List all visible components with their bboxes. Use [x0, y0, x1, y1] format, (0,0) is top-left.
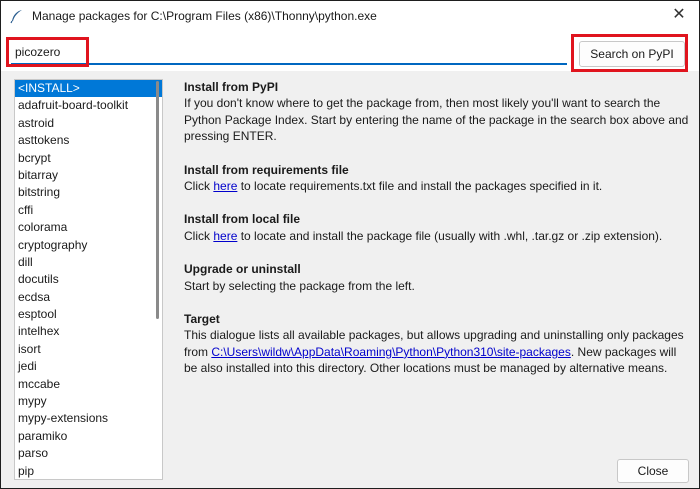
window-title: Manage packages for C:\Program Files (x8… — [32, 9, 377, 23]
list-item[interactable]: asttokens — [15, 132, 162, 149]
list-item[interactable]: parso — [15, 445, 162, 462]
install-local-text: Click here to locate and install the pac… — [184, 228, 689, 244]
list-item[interactable]: astroid — [15, 115, 162, 132]
manage-packages-dialog: Manage packages for C:\Program Files (x8… — [0, 0, 700, 489]
package-list-scrollbar[interactable] — [156, 81, 159, 319]
highlight-box-search-input — [6, 37, 89, 67]
list-item[interactable]: bcrypt — [15, 150, 162, 167]
install-requirements-heading: Install from requirements file — [184, 162, 349, 177]
list-item[interactable]: esptool — [15, 306, 162, 323]
package-list[interactable]: <INSTALL> adafruit-board-toolkit astroid as… — [14, 79, 163, 480]
list-item[interactable]: adafruit-board-toolkit — [15, 97, 162, 114]
upgrade-text: Start by selecting the package from the … — [184, 278, 415, 293]
install-local-heading: Install from local file — [184, 212, 301, 227]
list-item[interactable]: mypy-extensions — [15, 410, 162, 427]
thonny-feather-icon — [9, 8, 25, 24]
list-item[interactable]: mccabe — [15, 376, 162, 393]
package-search-input[interactable] — [11, 41, 567, 65]
local-text-pre: Click — [184, 228, 214, 243]
local-text-post: to locate and install the package file (… — [237, 228, 663, 243]
list-item[interactable]: bitarray — [15, 167, 162, 184]
list-item[interactable]: cffi — [15, 202, 162, 219]
list-item[interactable]: isort — [15, 341, 162, 358]
requirements-text-pre: Click — [184, 179, 214, 194]
list-item-selected[interactable]: <INSTALL> — [15, 80, 162, 98]
local-file-here-link[interactable]: here — [213, 229, 237, 243]
list-item[interactable]: cryptography — [15, 237, 162, 254]
install-requirements-text: Click here to locate requirements.txt fi… — [184, 178, 689, 194]
site-packages-path-link[interactable]: C:\Users\wildw\AppData\Roaming\Python\Py… — [211, 345, 571, 359]
requirements-text-post: to locate requirements.txt file and inst… — [237, 179, 603, 194]
target-heading: Target — [184, 312, 220, 327]
close-icon[interactable]: ✕ — [669, 5, 689, 25]
install-pypi-heading: Install from PyPI — [184, 80, 279, 94]
list-item[interactable]: colorama — [15, 219, 162, 236]
search-row: Search on PyPI — [1, 31, 699, 72]
highlight-box-search-button — [571, 34, 688, 72]
target-text: This dialogue lists all available packag… — [184, 327, 689, 376]
title-bar: Manage packages for C:\Program Files (x8… — [1, 1, 699, 31]
list-item[interactable]: jedi — [15, 358, 162, 375]
list-item[interactable]: pip — [15, 463, 162, 479]
list-item[interactable]: docutils — [15, 271, 162, 288]
list-item[interactable]: intelhex — [15, 323, 162, 340]
requirements-here-link[interactable]: here — [213, 179, 237, 193]
install-pypi-text: If you don't know where to get the packa… — [184, 96, 689, 144]
list-item[interactable]: mypy — [15, 393, 162, 410]
list-item[interactable]: dill — [15, 254, 162, 271]
upgrade-heading: Upgrade or uninstall — [184, 262, 301, 277]
list-item[interactable]: paramiko — [15, 428, 162, 445]
info-panel: Install from PyPI If you don't know wher… — [184, 79, 689, 394]
list-item[interactable]: ecdsa — [15, 289, 162, 306]
close-button[interactable]: Close — [617, 459, 689, 483]
list-item[interactable]: bitstring — [15, 184, 162, 201]
